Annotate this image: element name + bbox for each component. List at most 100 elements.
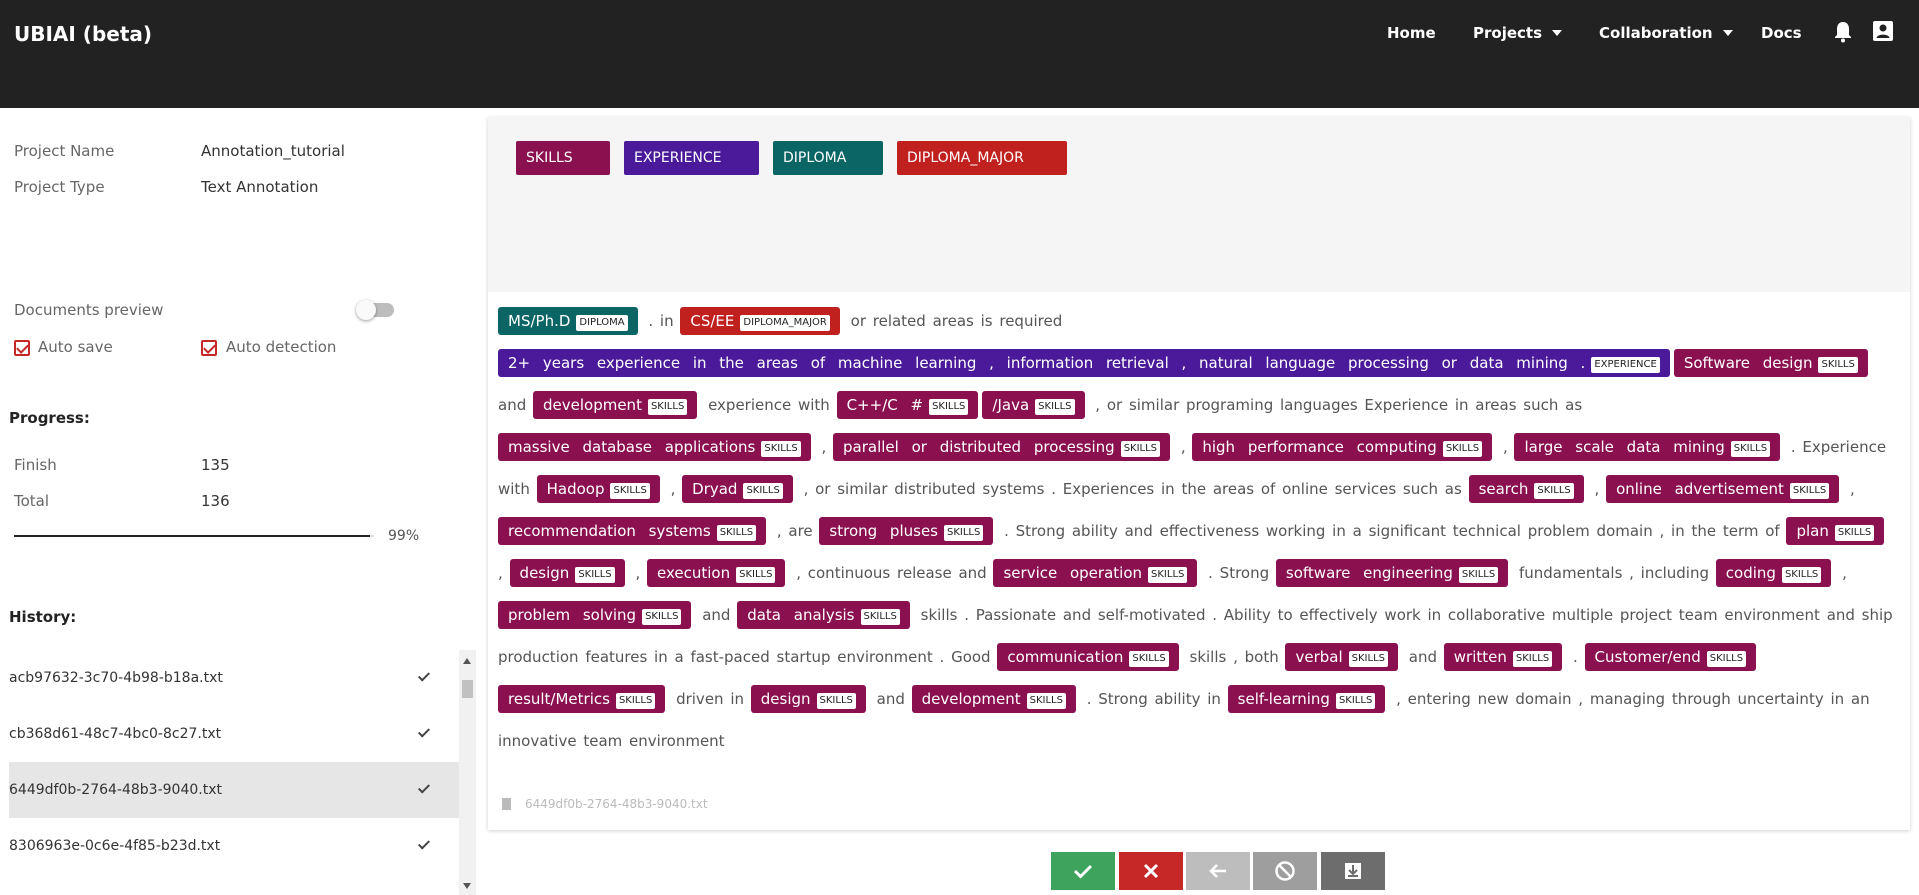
entity-diploma[interactable]: MS/Ph.D DIPLOMA — [498, 307, 638, 335]
entity-tag: SKILLS — [816, 693, 856, 709]
label-skills[interactable]: SKILLS — [516, 141, 610, 175]
scrollbar-thumb[interactable] — [462, 680, 473, 698]
entity-skills[interactable]: written SKILLS — [1443, 643, 1563, 671]
entity-experience[interactable]: 2+ years experience in the areas of mach… — [498, 349, 1670, 377]
confirm-button[interactable] — [1051, 852, 1115, 890]
entity-skills[interactable]: parallel or distributed processing SKILLS — [833, 433, 1171, 461]
entity-skills[interactable]: communication SKILLS — [997, 643, 1179, 671]
entity-skills[interactable]: software engineering SKILLS — [1275, 559, 1509, 587]
entity-text: recommendation systems — [508, 522, 711, 540]
entity-skills[interactable]: Software design SKILLS — [1673, 349, 1868, 377]
reject-button[interactable] — [1119, 852, 1183, 890]
history-item[interactable]: acb97632-3c70-4b98-b18a.txt — [9, 650, 459, 706]
plain-text: , — [1174, 438, 1193, 456]
label-diploma[interactable]: DIPLOMA — [773, 141, 883, 175]
entity-skills[interactable]: service operation SKILLS — [993, 559, 1198, 587]
bell-icon[interactable] — [1834, 21, 1852, 47]
entity-text: online advertisement — [1616, 480, 1784, 498]
check-icon — [417, 837, 431, 850]
plain-text: , are — [770, 522, 820, 540]
auto-detection-checkbox[interactable] — [201, 340, 217, 356]
account-box-icon[interactable] — [1873, 21, 1893, 45]
project-type-label: Project Type — [14, 178, 105, 196]
entity-skills[interactable]: Dryad SKILLS — [682, 475, 793, 503]
entity-skills[interactable]: plan SKILLS — [1786, 517, 1885, 545]
plain-text: . in — [641, 312, 681, 330]
entity-skills[interactable]: coding SKILLS — [1715, 559, 1832, 587]
entity-skills[interactable]: C++/C # SKILLS — [836, 391, 979, 419]
entity-skills[interactable]: online advertisement SKILLS — [1606, 475, 1840, 503]
entity-skills[interactable]: data analysis SKILLS — [737, 601, 910, 629]
download-button[interactable] — [1321, 852, 1385, 890]
block-icon — [1274, 860, 1296, 882]
back-button[interactable] — [1186, 852, 1250, 890]
plain-text: or related areas is required — [843, 312, 1063, 330]
plain-text: experience with — [701, 396, 837, 414]
label-experience[interactable]: EXPERIENCE — [624, 141, 759, 175]
entity-skills[interactable]: massive database applications SKILLS — [498, 433, 811, 461]
document-text[interactable]: MS/Ph.D DIPLOMA . in CS/EE DIPLOMA_MAJOR o… — [498, 300, 1898, 762]
entity-skills[interactable]: development SKILLS — [533, 391, 698, 419]
entity-skills[interactable]: search SKILLS — [1468, 475, 1584, 503]
annotation-panel: SKILLS EXPERIENCE DIPLOMA DIPLOMA_MAJOR MS/… — [488, 117, 1910, 830]
entity-skills[interactable]: /Java SKILLS — [982, 391, 1085, 419]
entity-skills[interactable]: Hadoop SKILLS — [536, 475, 660, 503]
download-box-icon — [1344, 862, 1362, 880]
plain-text: and — [869, 690, 912, 708]
entity-text: verbal — [1295, 648, 1343, 666]
plain-text: , or similar distributed systems . Exper… — [796, 480, 1469, 498]
plain-text: , — [1496, 438, 1515, 456]
scroll-up-icon[interactable] — [463, 658, 471, 664]
label-diploma-major[interactable]: DIPLOMA_MAJOR — [897, 141, 1067, 175]
entity-skills[interactable]: problem solving SKILLS — [498, 601, 692, 629]
entity-text: design — [519, 564, 570, 582]
entity-skills[interactable]: design SKILLS — [509, 559, 625, 587]
project-name-value: Annotation_tutorial — [201, 142, 345, 160]
entity-skills[interactable]: Customer/end SKILLS — [1584, 643, 1757, 671]
entity-tag: SKILLS — [1035, 399, 1075, 415]
app-brand[interactable]: UBIAI (beta) — [14, 22, 152, 46]
entity-skills[interactable]: large scale data mining SKILLS — [1514, 433, 1781, 461]
nav-projects[interactable]: Projects — [1473, 24, 1563, 42]
entity-skills[interactable]: result/Metrics SKILLS — [498, 685, 666, 713]
history-item[interactable]: 47d6c084-3e95-4d2f-8fab.txt — [9, 874, 459, 895]
nav-docs[interactable]: Docs — [1761, 24, 1802, 42]
entity-text: MS/Ph.D — [508, 312, 571, 330]
document-footer: 6449df0b-2764-48b3-9040.txt — [502, 797, 708, 811]
check-icon — [417, 781, 431, 794]
toggle-knob — [356, 300, 376, 320]
entity-skills[interactable]: design SKILLS — [750, 685, 866, 713]
entity-skills[interactable]: verbal SKILLS — [1285, 643, 1398, 671]
nav-home[interactable]: Home — [1387, 24, 1436, 42]
history-item[interactable]: 6449df0b-2764-48b3-9040.txt — [9, 762, 459, 818]
entity-text: communication — [1007, 648, 1124, 666]
scroll-down-icon[interactable] — [463, 883, 471, 889]
entity-skills[interactable]: high performance computing SKILLS — [1192, 433, 1493, 461]
entity-text: parallel or distributed processing — [843, 438, 1115, 456]
entity-tag: SKILLS — [1026, 693, 1066, 709]
entity-skills[interactable]: strong pluses SKILLS — [819, 517, 994, 545]
chevron-down-icon — [1722, 30, 1733, 36]
entity-skills[interactable]: execution SKILLS — [646, 559, 786, 587]
history-title: History: — [9, 608, 77, 626]
history-item-name: 6449df0b-2764-48b3-9040.txt — [9, 782, 222, 798]
entity-tag: SKILLS — [1781, 567, 1822, 583]
entity-skills[interactable]: self-learning SKILLS — [1227, 685, 1386, 713]
documents-preview-toggle[interactable] — [356, 300, 394, 320]
entity-skills[interactable]: recommendation systems SKILLS — [498, 517, 767, 545]
plain-text: , continuous release and — [789, 564, 994, 582]
history-scrollbar[interactable] — [459, 650, 476, 895]
entity-text: Software design — [1683, 354, 1813, 372]
history-item[interactable]: 8306963e-0c6e-4f85-b23d.txt — [9, 818, 459, 874]
auto-save-label: Auto save — [38, 338, 113, 356]
entity-text: design — [760, 690, 811, 708]
auto-save-checkbox[interactable] — [14, 340, 30, 356]
skip-button[interactable] — [1253, 852, 1317, 890]
plain-text: . — [1566, 648, 1585, 666]
plain-text: , or similar programing languages Experi… — [1088, 396, 1583, 414]
entity-tag: SKILLS — [1348, 651, 1388, 667]
history-item[interactable]: cb368d61-48c7-4bc0-8c27.txt — [9, 706, 459, 762]
entity-diploma-major[interactable]: CS/EE DIPLOMA_MAJOR — [680, 307, 840, 335]
nav-collaboration[interactable]: Collaboration — [1599, 24, 1733, 42]
entity-skills[interactable]: development SKILLS — [911, 685, 1076, 713]
